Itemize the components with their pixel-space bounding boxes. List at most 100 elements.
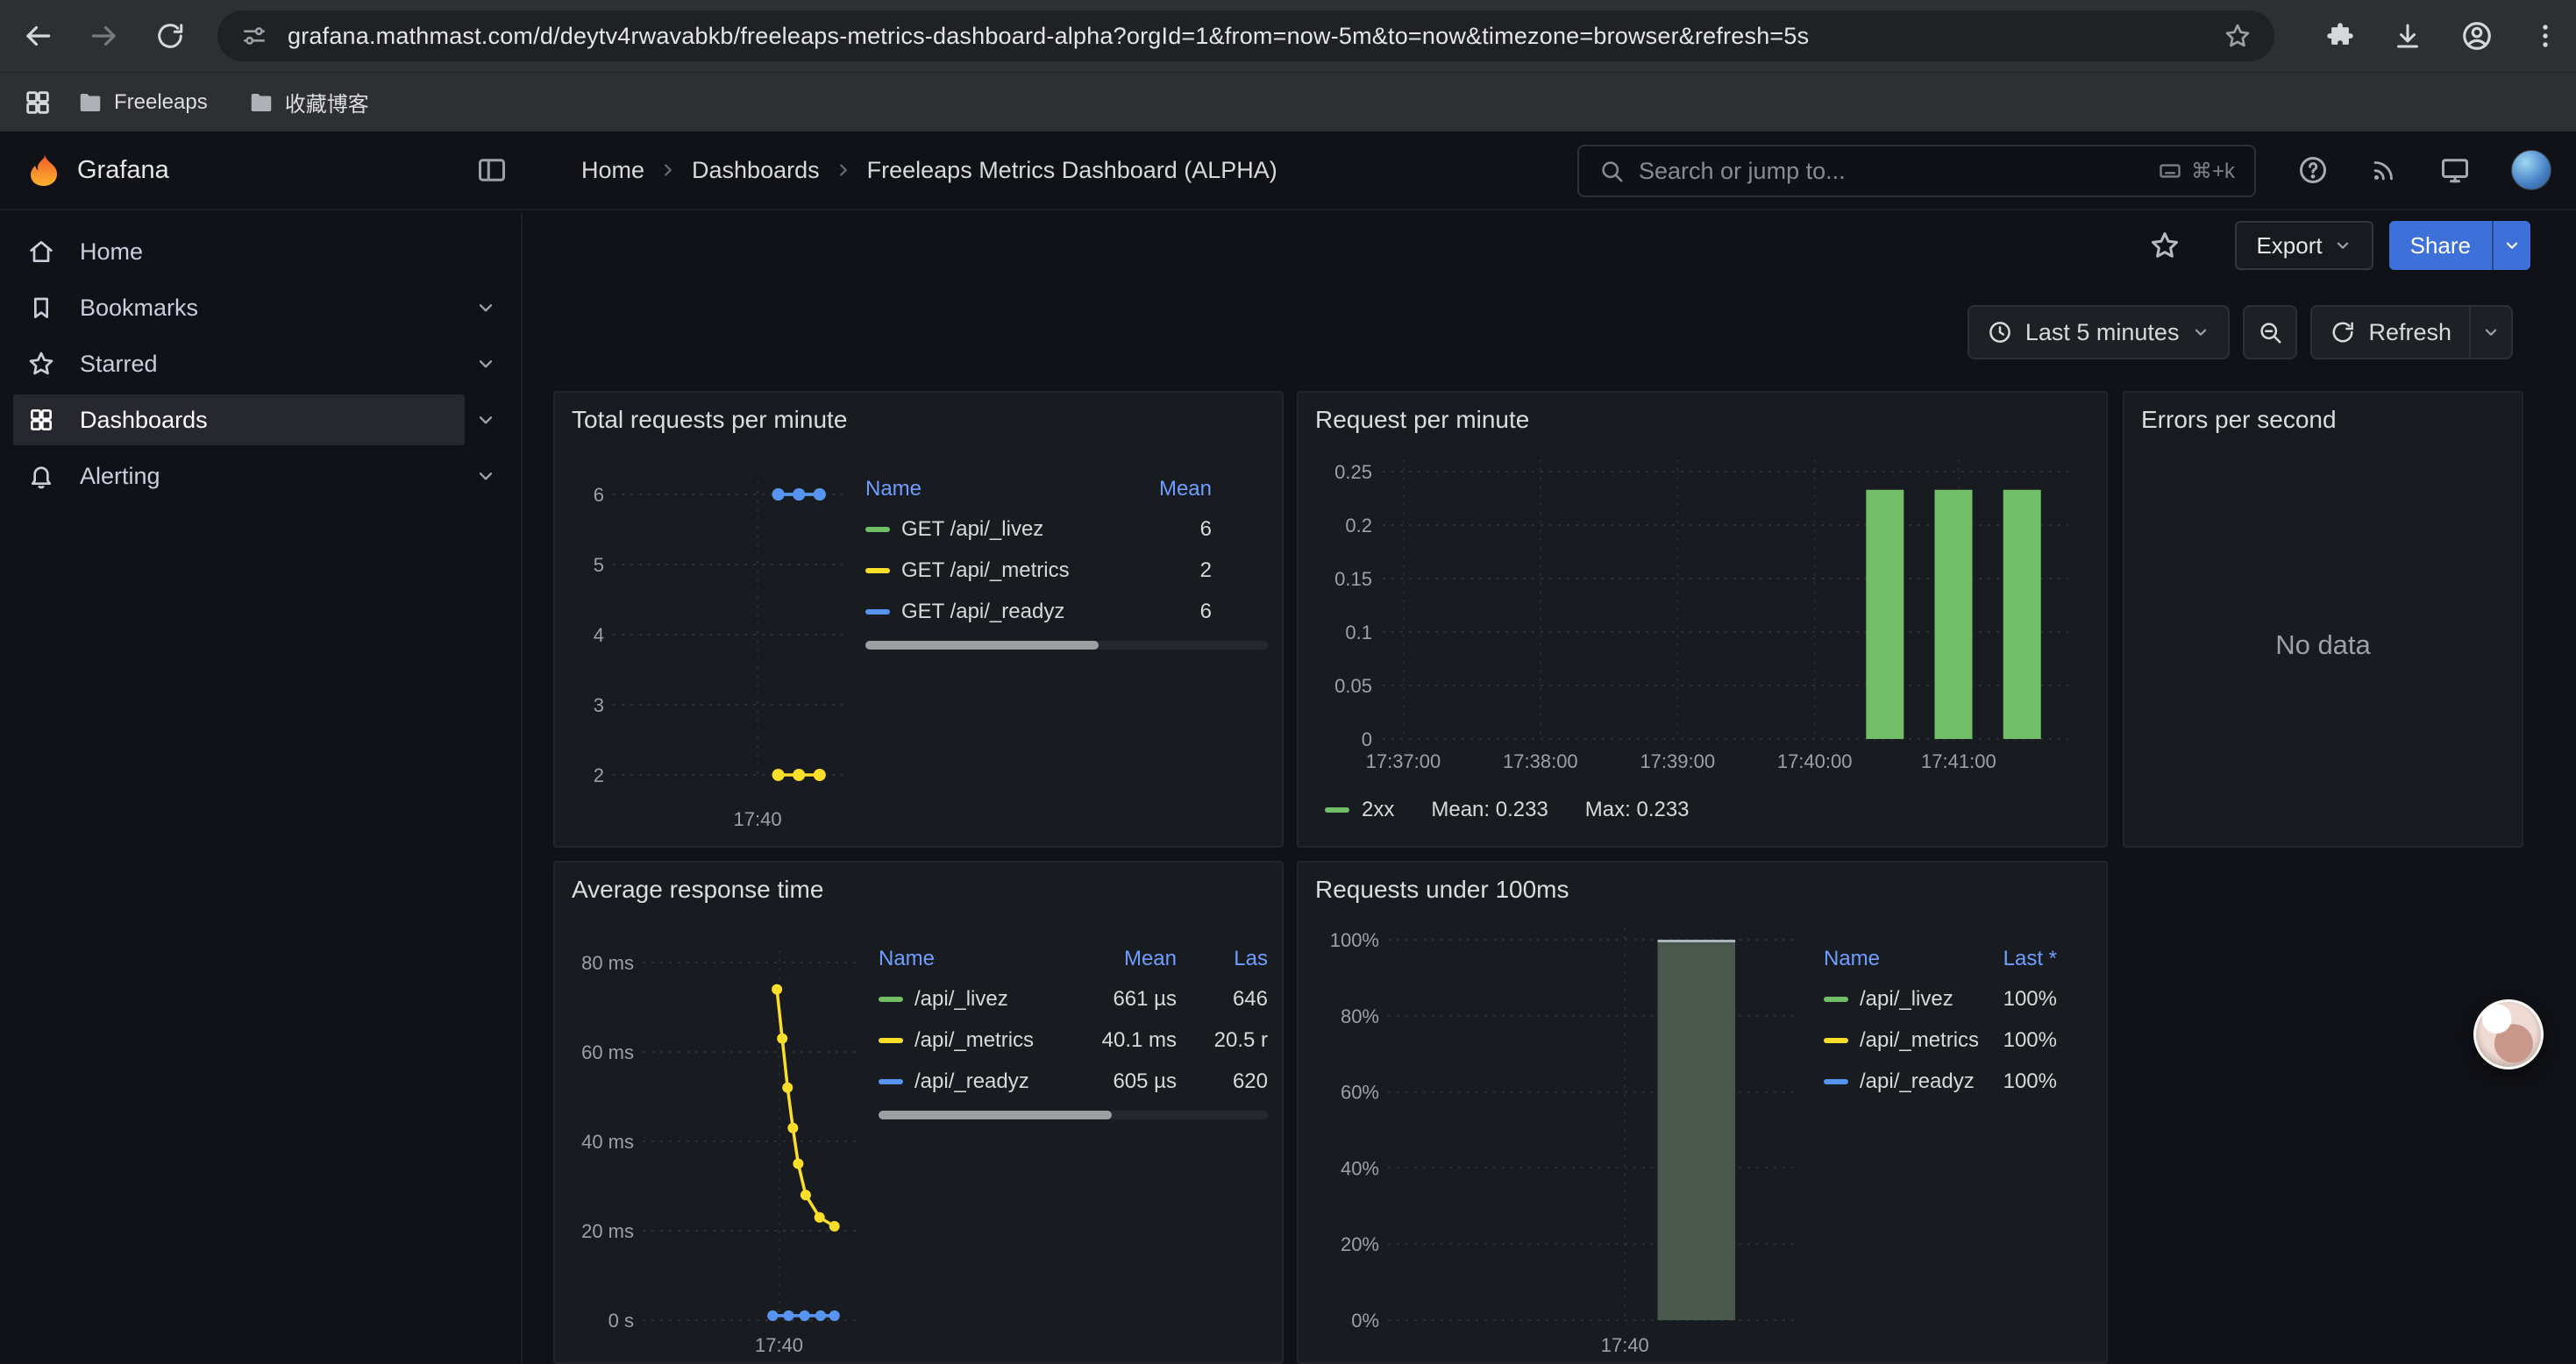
svg-text:17:39:00: 17:39:00 xyxy=(1640,750,1715,772)
news-rss-icon[interactable] xyxy=(2369,155,2399,185)
legend-col-mean[interactable]: Mean xyxy=(1045,947,1177,971)
bookmark-item[interactable]: Freeleaps xyxy=(61,89,224,116)
bell-icon xyxy=(27,462,55,490)
sidebar-item-bookmarks[interactable]: Bookmarks xyxy=(13,282,507,333)
legend-row[interactable]: /api/_metrics 40.1 ms 20.5 r xyxy=(879,1019,1268,1061)
legend-row[interactable]: GET /api/_livez 6 xyxy=(865,508,1268,550)
folder-icon xyxy=(77,89,103,116)
chevron-down-icon[interactable] xyxy=(465,408,507,431)
home-icon xyxy=(27,238,55,266)
sidebar-item-label: Starred xyxy=(80,351,158,378)
legend-table: Name Last * /api/_livez 100% /api/_metri… xyxy=(1824,940,2092,1362)
legend-col-name[interactable]: Name xyxy=(879,947,1045,971)
back-icon[interactable] xyxy=(21,19,54,53)
series-swatch xyxy=(1325,807,1349,813)
favorite-star-icon[interactable] xyxy=(2149,230,2181,261)
share-button[interactable]: Share xyxy=(2389,221,2530,270)
breadcrumb-dashboards[interactable]: Dashboards xyxy=(692,157,820,184)
forward-icon[interactable] xyxy=(88,19,121,53)
breadcrumb-home[interactable]: Home xyxy=(581,157,644,184)
series-swatch xyxy=(879,997,903,1002)
breadcrumb: Home Dashboards Freeleaps Metrics Dashbo… xyxy=(581,131,1277,209)
dock-toggle-icon[interactable] xyxy=(476,131,508,209)
grafana-logo[interactable] xyxy=(26,153,61,188)
legend-scrollbar[interactable] xyxy=(879,1111,1268,1119)
apps-grid-icon[interactable] xyxy=(23,88,53,117)
download-icon[interactable] xyxy=(2392,20,2423,52)
legend-inline[interactable]: 2xx Mean: 0.233 Max: 0.233 xyxy=(1325,798,2092,822)
help-icon[interactable] xyxy=(2297,154,2329,186)
user-avatar[interactable] xyxy=(2511,150,2551,190)
legend-row[interactable]: /api/_metrics 100% xyxy=(1824,1019,2092,1061)
monitor-icon[interactable] xyxy=(2439,154,2471,186)
site-settings-icon[interactable] xyxy=(240,22,268,50)
svg-text:20%: 20% xyxy=(1341,1233,1379,1255)
legend-scrollbar[interactable] xyxy=(865,641,1268,650)
sidebar-item-dashboards[interactable]: Dashboards xyxy=(13,394,507,445)
chevron-down-icon xyxy=(2191,323,2210,342)
legend-col-mean[interactable]: Mean xyxy=(1115,477,1212,501)
legend-row[interactable]: GET /api/_readyz 6 xyxy=(865,591,1268,632)
legend-col-name[interactable]: Name xyxy=(865,477,1115,501)
series-swatch xyxy=(865,527,890,532)
panel-requests-under-100ms: Requests under 100ms 100%80%60%40%20%0%1… xyxy=(1297,861,2108,1364)
legend-col-last[interactable]: Las xyxy=(1177,947,1268,971)
panel-title[interactable]: Errors per second xyxy=(2124,393,2522,442)
legend-col-last[interactable]: Last * xyxy=(1946,947,2057,971)
reload-icon[interactable] xyxy=(154,20,186,52)
zoom-out-button[interactable] xyxy=(2243,305,2297,359)
svg-text:17:37:00: 17:37:00 xyxy=(1366,750,1441,772)
panel-title[interactable]: Total requests per minute xyxy=(555,393,1282,442)
legend-row[interactable]: /api/_livez 661 µs 646 xyxy=(879,978,1268,1019)
legend-table: Name Mean Las /api/_livez 661 µs 646 /ap… xyxy=(879,940,1268,1362)
legend-row[interactable]: /api/_readyz 100% xyxy=(1824,1061,2092,1102)
series-swatch xyxy=(865,609,890,615)
menu-dots-icon[interactable] xyxy=(2530,21,2560,51)
sidebar-item-label: Dashboards xyxy=(80,407,208,434)
star-icon xyxy=(27,350,55,378)
panel-title[interactable]: Requests under 100ms xyxy=(1299,863,2106,912)
zoom-out-icon xyxy=(2257,319,2283,345)
legend-row[interactable]: /api/_readyz 605 µs 620 xyxy=(879,1061,1268,1102)
search-input[interactable]: Search or jump to... ⌘+k xyxy=(1577,145,2256,197)
series-swatch xyxy=(879,1038,903,1043)
export-button[interactable]: Export xyxy=(2235,221,2373,270)
panel-title[interactable]: Request per minute xyxy=(1299,393,2106,442)
sidebar-item-alerting[interactable]: Alerting xyxy=(13,451,507,501)
time-range-picker[interactable]: Last 5 minutes xyxy=(1968,305,2231,359)
svg-text:17:41:00: 17:41:00 xyxy=(1921,750,1996,772)
share-menu-chevron-icon[interactable] xyxy=(2492,221,2530,270)
keyboard-icon xyxy=(2158,159,2182,183)
profile-icon[interactable] xyxy=(2460,19,2494,53)
series-swatch xyxy=(879,1079,903,1084)
legend-col-name[interactable]: Name xyxy=(1824,947,1946,971)
svg-text:0.1: 0.1 xyxy=(1345,622,1372,643)
svg-text:0.25: 0.25 xyxy=(1334,461,1372,483)
scrollbar-thumb[interactable] xyxy=(879,1111,1112,1119)
url-bar[interactable]: grafana.mathmast.com/d/deytv4rwavabkb/fr… xyxy=(217,11,2274,61)
sidebar: Home Bookmarks Starred Dashboar xyxy=(0,212,523,1362)
svg-text:3: 3 xyxy=(594,694,604,716)
chevron-down-icon[interactable] xyxy=(465,296,507,319)
refresh-button[interactable]: Refresh xyxy=(2310,305,2513,359)
svg-text:0.05: 0.05 xyxy=(1334,675,1372,697)
sidebar-item-starred[interactable]: Starred xyxy=(13,338,507,389)
floating-avatar-widget[interactable] xyxy=(2473,999,2544,1069)
chevron-right-icon xyxy=(658,160,678,180)
panel-average-response-time: Average response time 80 ms60 ms40 ms20 … xyxy=(553,861,1284,1364)
chevron-down-icon[interactable] xyxy=(465,465,507,487)
legend-row[interactable]: /api/_livez 100% xyxy=(1824,978,2092,1019)
svg-text:17:40: 17:40 xyxy=(734,808,782,830)
bookmark-star-icon[interactable] xyxy=(2224,22,2252,50)
refresh-interval-chevron-icon[interactable] xyxy=(2469,307,2511,358)
bookmark-item[interactable]: 收藏博客 xyxy=(232,87,385,117)
scrollbar-thumb[interactable] xyxy=(865,641,1099,650)
svg-text:40%: 40% xyxy=(1341,1157,1379,1179)
extensions-icon[interactable] xyxy=(2325,21,2355,51)
sidebar-item-home[interactable]: Home xyxy=(13,226,507,277)
svg-text:17:40:00: 17:40:00 xyxy=(1777,750,1853,772)
panel-title[interactable]: Average response time xyxy=(555,863,1282,912)
svg-text:80 ms: 80 ms xyxy=(581,952,634,974)
chevron-down-icon[interactable] xyxy=(465,352,507,375)
legend-row[interactable]: GET /api/_metrics 2 xyxy=(865,550,1268,591)
